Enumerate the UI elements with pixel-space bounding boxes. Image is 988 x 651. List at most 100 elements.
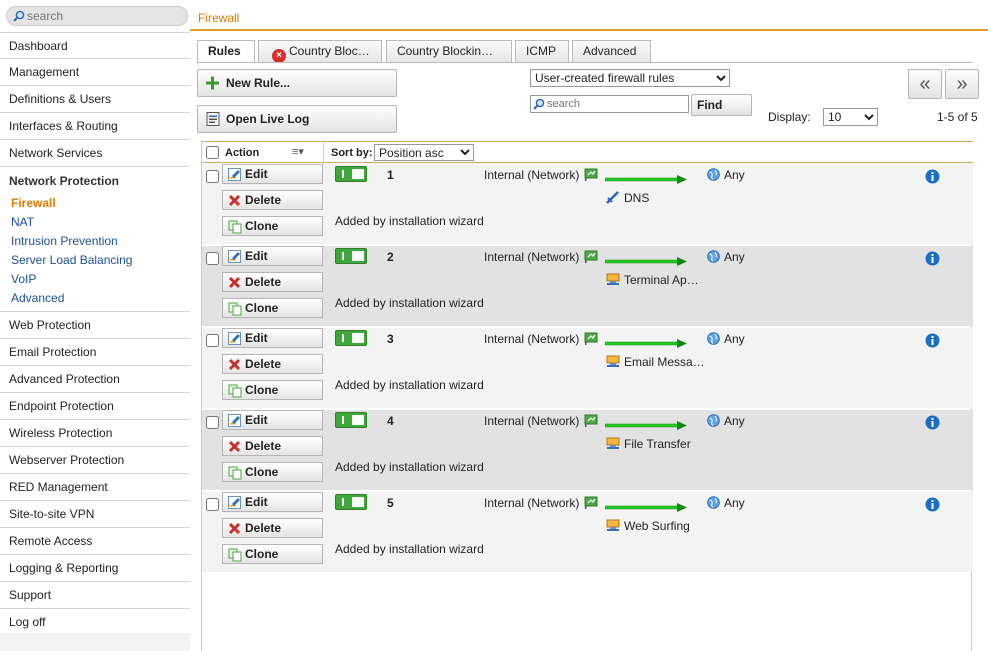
- info-icon[interactable]: [925, 169, 940, 184]
- edit-button[interactable]: Edit: [222, 246, 323, 266]
- clone-button[interactable]: Clone: [222, 544, 323, 564]
- sidebar-item[interactable]: Interfaces & Routing: [0, 113, 190, 140]
- rule-service[interactable]: File Transfer: [606, 437, 691, 451]
- arrow-right-icon: [604, 339, 687, 348]
- sidebar-subitem[interactable]: VoIP: [0, 270, 190, 289]
- clone-label: Clone: [245, 383, 279, 397]
- rule-enabled-toggle[interactable]: [335, 412, 367, 428]
- rule-enabled-toggle[interactable]: [335, 494, 367, 510]
- sidebar-search[interactable]: [6, 6, 188, 26]
- open-live-log-button[interactable]: Open Live Log: [197, 105, 397, 133]
- info-icon[interactable]: [925, 333, 940, 348]
- clone-button[interactable]: Clone: [222, 216, 323, 236]
- sidebar-subitem[interactable]: Advanced: [0, 289, 190, 308]
- clone-button[interactable]: Clone: [222, 380, 323, 400]
- rule-destination[interactable]: Any: [707, 496, 745, 510]
- rule-source[interactable]: Internal (Network): [484, 414, 579, 428]
- sidebar-item[interactable]: Wireless Protection: [0, 420, 190, 447]
- sidebar-item[interactable]: Definitions & Users: [0, 86, 190, 113]
- edit-button[interactable]: Edit: [222, 328, 323, 348]
- tab-country-blocking[interactable]: × Country Bloc…: [258, 40, 382, 62]
- sidebar-subitem[interactable]: Server Load Balancing: [0, 251, 190, 270]
- previous-page-button[interactable]: «: [908, 69, 942, 99]
- edit-button[interactable]: Edit: [222, 492, 323, 512]
- rule-source[interactable]: Internal (Network): [484, 332, 579, 346]
- tab-country-blocking-exceptions[interactable]: Country Blockin…: [386, 40, 512, 62]
- edit-label: Edit: [245, 413, 268, 427]
- rule-enabled-toggle[interactable]: [335, 166, 367, 182]
- rule-destination[interactable]: Any: [707, 414, 745, 428]
- rule-service[interactable]: Email Messa…: [606, 355, 705, 369]
- rule-info[interactable]: [925, 169, 940, 187]
- rule-service[interactable]: DNS: [606, 191, 649, 205]
- info-icon[interactable]: [925, 415, 940, 430]
- sidebar-item[interactable]: Network Services: [0, 140, 190, 167]
- rule-search-input[interactable]: [547, 97, 687, 111]
- arrow-right-icon: [604, 503, 687, 512]
- select-all-checkbox[interactable]: [206, 146, 219, 159]
- rule-info[interactable]: [925, 333, 940, 351]
- edit-button[interactable]: Edit: [222, 164, 323, 184]
- sidebar-group-title[interactable]: Network Protection: [0, 167, 190, 194]
- clone-button[interactable]: Clone: [222, 298, 323, 318]
- sidebar-subitem[interactable]: NAT: [0, 213, 190, 232]
- sidebar-item[interactable]: Site-to-site VPN: [0, 501, 190, 528]
- rule-info[interactable]: [925, 497, 940, 515]
- arrow-right-icon: [604, 421, 687, 430]
- rule-source[interactable]: Internal (Network): [484, 250, 579, 264]
- sidebar-item[interactable]: Log off: [0, 609, 190, 636]
- row-checkbox[interactable]: [206, 252, 219, 265]
- row-checkbox[interactable]: [206, 498, 219, 511]
- delete-button[interactable]: Delete: [222, 436, 323, 456]
- sidebar-item[interactable]: Webserver Protection: [0, 447, 190, 474]
- sidebar-item[interactable]: Email Protection: [0, 339, 190, 366]
- rule-filter-select[interactable]: User-created firewall rules: [530, 69, 730, 87]
- display-count-select[interactable]: 10: [823, 108, 878, 126]
- info-icon[interactable]: [925, 497, 940, 512]
- flow-arrow: [604, 419, 687, 433]
- sidebar-item[interactable]: Endpoint Protection: [0, 393, 190, 420]
- rule-destination[interactable]: Any: [707, 168, 745, 182]
- sidebar-item[interactable]: Logging & Reporting: [0, 555, 190, 582]
- rule-enabled-toggle[interactable]: [335, 248, 367, 264]
- delete-button[interactable]: Delete: [222, 272, 323, 292]
- sidebar-subitem[interactable]: Intrusion Prevention: [0, 232, 190, 251]
- rule-source[interactable]: Internal (Network): [484, 168, 579, 182]
- next-page-button[interactable]: »: [945, 69, 979, 99]
- sidebar-item[interactable]: Web Protection: [0, 312, 190, 339]
- sidebar-item[interactable]: Dashboard: [0, 32, 190, 59]
- row-checkbox[interactable]: [206, 334, 219, 347]
- sidebar-item[interactable]: Advanced Protection: [0, 366, 190, 393]
- column-menu-icon[interactable]: ≡▾: [292, 145, 304, 158]
- rule-info[interactable]: [925, 251, 940, 269]
- delete-button[interactable]: Delete: [222, 518, 323, 538]
- rule-search-box[interactable]: [530, 95, 689, 113]
- sidebar-item[interactable]: Support: [0, 582, 190, 609]
- row-checkbox[interactable]: [206, 416, 219, 429]
- info-icon[interactable]: [925, 251, 940, 266]
- rule-destination[interactable]: Any: [707, 332, 745, 346]
- new-rule-button[interactable]: New Rule...: [197, 69, 397, 97]
- sidebar-subitem[interactable]: Firewall: [0, 194, 190, 213]
- rule-info[interactable]: [925, 415, 940, 433]
- tab-icmp[interactable]: ICMP: [515, 40, 569, 62]
- rule-service[interactable]: Web Surfing: [606, 519, 690, 533]
- clone-button[interactable]: Clone: [222, 462, 323, 482]
- find-button[interactable]: Find: [691, 94, 752, 116]
- rule-source[interactable]: Internal (Network): [484, 496, 579, 510]
- rule-service[interactable]: Terminal Ap…: [606, 273, 699, 287]
- sidebar-item[interactable]: RED Management: [0, 474, 190, 501]
- sidebar-search-input[interactable]: [27, 8, 183, 24]
- sort-select[interactable]: Position asc: [374, 144, 474, 161]
- row-checkbox[interactable]: [206, 170, 219, 183]
- rule-destination[interactable]: Any: [707, 250, 745, 264]
- edit-icon: [228, 414, 241, 427]
- tab-rules[interactable]: Rules: [197, 40, 255, 63]
- rule-enabled-toggle[interactable]: [335, 330, 367, 346]
- delete-button[interactable]: Delete: [222, 190, 323, 210]
- delete-button[interactable]: Delete: [222, 354, 323, 374]
- sidebar-item[interactable]: Remote Access: [0, 528, 190, 555]
- tab-advanced[interactable]: Advanced: [572, 40, 651, 62]
- sidebar-item[interactable]: Management: [0, 59, 190, 86]
- edit-button[interactable]: Edit: [222, 410, 323, 430]
